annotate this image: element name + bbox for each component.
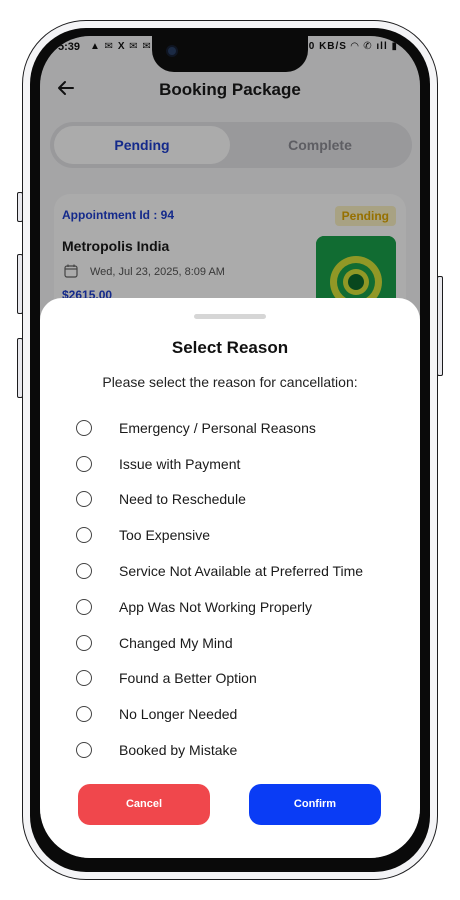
radio-button[interactable] — [76, 634, 92, 651]
reason-label: Found a Better Option — [119, 670, 257, 687]
radio-button[interactable] — [76, 419, 92, 436]
radio-button[interactable] — [76, 598, 92, 615]
radio-button[interactable] — [76, 670, 92, 687]
reason-option[interactable]: Found a Better Option — [76, 661, 396, 697]
side-button-power — [437, 276, 443, 376]
reason-option[interactable]: Issue with Payment — [76, 446, 396, 482]
reason-option[interactable]: App Was Not Working Properly — [76, 589, 396, 625]
radio-button[interactable] — [76, 742, 92, 759]
reason-label: Service Not Available at Preferred Time — [119, 563, 364, 580]
reason-option[interactable]: No Longer Needed — [76, 696, 396, 732]
reason-options: Emergency / Personal Reasons Issue with … — [76, 410, 396, 768]
reason-label: App Was Not Working Properly — [119, 598, 312, 615]
confirm-button[interactable]: Confirm — [249, 784, 381, 825]
reason-label: Emergency / Personal Reasons — [119, 419, 316, 436]
sheet-drag-handle[interactable] — [194, 314, 266, 319]
cancel-button[interactable]: Cancel — [78, 784, 210, 825]
reason-label: No Longer Needed — [119, 706, 238, 723]
reason-label: Booked by Mistake — [119, 742, 238, 759]
reason-bottom-sheet: Select Reason Please select the reason f… — [40, 298, 420, 858]
dynamic-island — [152, 36, 308, 72]
reason-option[interactable]: Emergency / Personal Reasons — [76, 410, 396, 446]
radio-button[interactable] — [76, 527, 92, 544]
radio-button[interactable] — [76, 491, 92, 508]
screen: 5:39 ▲ ✉ X ✉ ✉ 1.00 KB/S ◠ ✆ ıll ▮ Booki… — [40, 36, 420, 858]
reason-label: Issue with Payment — [119, 455, 241, 472]
radio-button[interactable] — [76, 706, 92, 723]
camera-icon — [166, 45, 178, 57]
reason-option[interactable]: Service Not Available at Preferred Time — [76, 553, 396, 589]
reason-option[interactable]: Booked by Mistake — [76, 732, 396, 768]
sheet-subtitle: Please select the reason for cancellatio… — [102, 374, 358, 390]
radio-button[interactable] — [76, 563, 92, 580]
radio-button[interactable] — [76, 455, 92, 472]
reason-option[interactable]: Changed My Mind — [76, 625, 396, 661]
sheet-title: Select Reason — [171, 338, 289, 357]
side-button-mute — [17, 192, 23, 222]
reason-option[interactable]: Too Expensive — [76, 517, 396, 553]
reason-label: Too Expensive — [119, 527, 211, 544]
reason-option[interactable]: Need to Reschedule — [76, 482, 396, 518]
reason-label: Changed My Mind — [119, 634, 233, 651]
side-button-volume-down — [17, 338, 23, 398]
side-button-volume-up — [17, 254, 23, 314]
reason-label: Need to Reschedule — [119, 491, 246, 508]
